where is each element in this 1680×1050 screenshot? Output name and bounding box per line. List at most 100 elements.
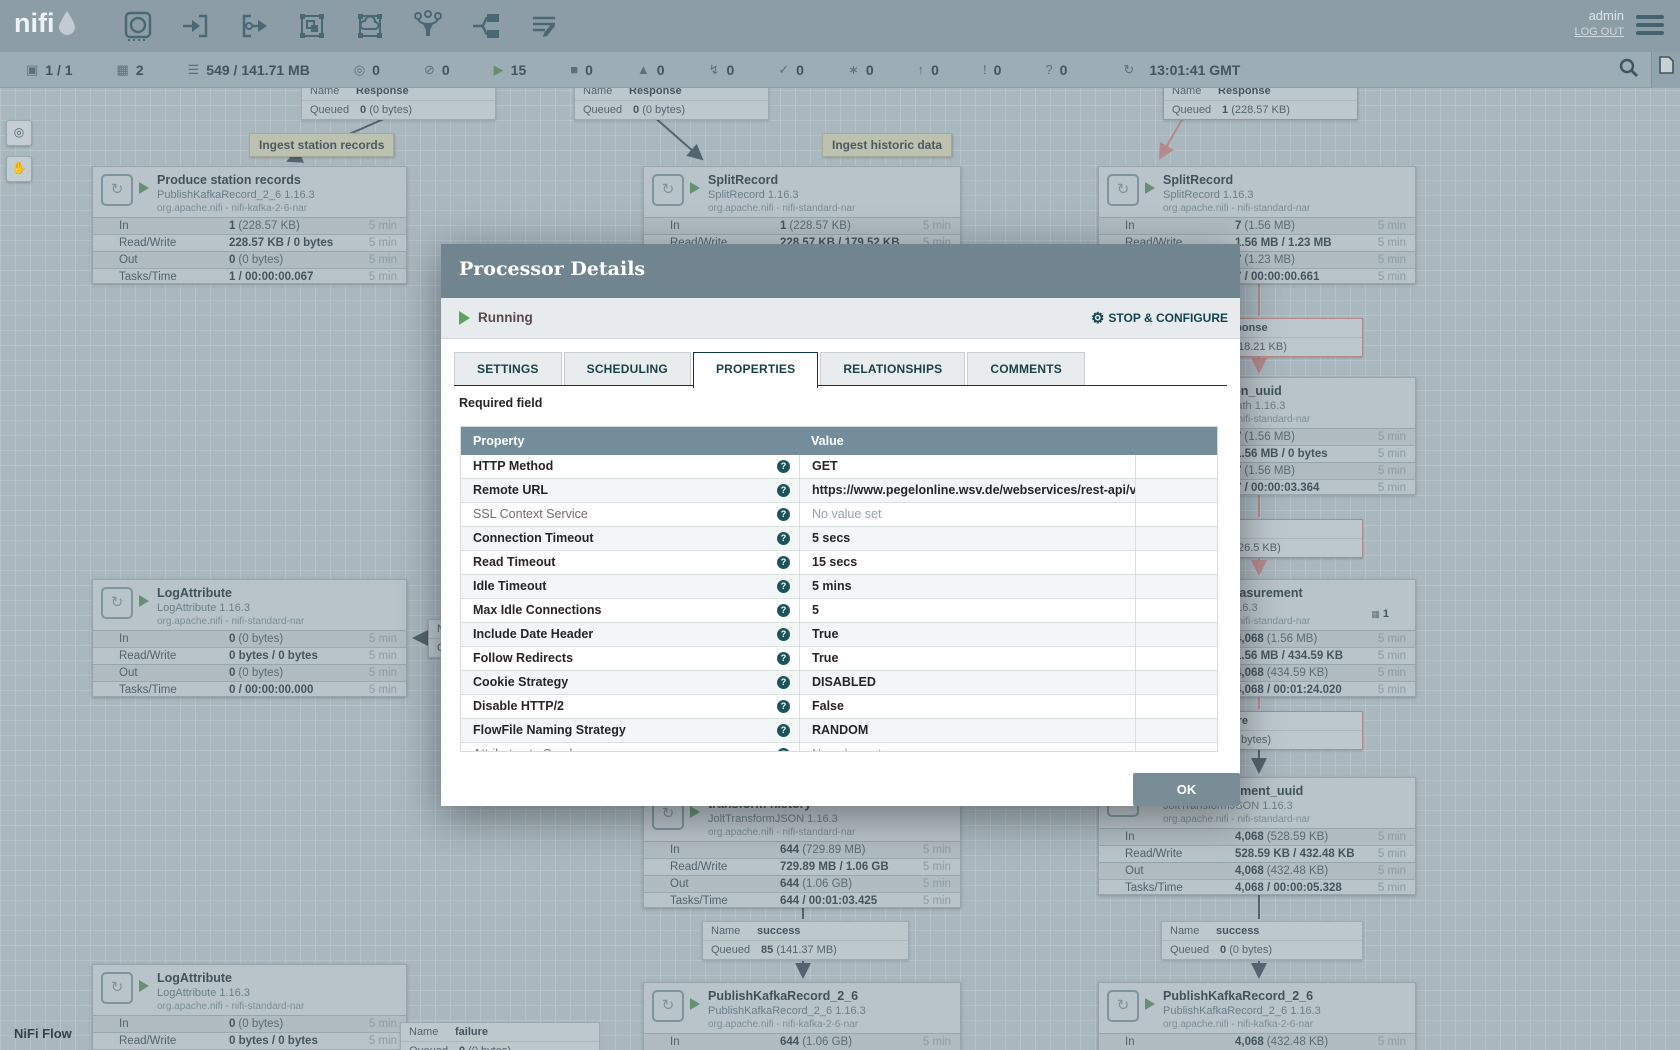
property-row[interactable]: Attributes to Send?No value set [461,743,1217,752]
tab-settings[interactable]: SETTINGS [454,352,562,385]
processor-name: SplitRecord [708,173,778,187]
processor-icon[interactable] [122,10,154,42]
property-row[interactable]: Disable HTTP/2?False [461,695,1217,719]
tab-comments[interactable]: COMMENTS [967,352,1085,385]
label-icon[interactable] [528,10,560,42]
property-row[interactable]: Idle Timeout?5 mins [461,575,1217,599]
connection-label[interactable]: Namefailure Queued0 (0 bytes) [400,1022,600,1050]
queued-icon: ☰ [188,62,200,78]
queued-size: (0 bytes) [1229,944,1272,956]
processor[interactable]: ↻ transform history JoltTransformJSON 1.… [643,790,961,908]
row-gutter [1135,695,1217,718]
property-value: DISABLED [799,671,1135,694]
processor-type: LogAttribute 1.16.3 [157,602,250,614]
status-item-running: ▶ 15 [494,62,527,78]
processor[interactable]: ↻ Produce station records PublishKafkaRe… [92,166,407,284]
ok-button[interactable]: OK [1133,773,1240,806]
processor-stat-row: Tasks/Time 644 / 00:01:03.425 5 min [644,892,960,908]
pan-hand-button[interactable]: ✋ [6,156,32,182]
canvas-label[interactable]: Ingest historic data [822,133,952,157]
tab-scheduling[interactable]: SCHEDULING [564,352,691,385]
status-bar: ▣ 1 / 1 ▦ 2 ☰ 549 / 141.71 MB ◎ 0 ⊘ 0 ▶ … [0,52,1680,88]
property-row[interactable]: SSL Context Service?No value set [461,503,1217,527]
processor-stat-row: In 0(0 bytes) 5 min [93,1015,406,1032]
cluster-icon: ▣ [26,62,38,78]
property-row[interactable]: Read Timeout?15 secs [461,551,1217,575]
processor-stat-row: In 4,068(528.59 KB) 5 min [1099,828,1415,845]
input-port-icon[interactable] [180,10,212,42]
processor-name: PublishKafkaRecord_2_6 [708,989,858,1003]
row-gutter [1135,599,1217,622]
processor-stat-row: Read/Write 0 bytes / 0 bytes 5 min [93,1032,406,1049]
processor-stat-row: In 644(1.06 GB) 5 min [644,1033,960,1050]
birdseye-button[interactable]: ◎ [6,120,32,146]
processor[interactable]: ↻ PublishKafkaRecord_2_6 PublishKafkaRec… [1098,982,1416,1050]
properties-table: Property Value HTTP Method?GETRemote URL… [460,426,1218,752]
property-value: 15 secs [799,551,1135,574]
transmitting-icon: ◎ [354,62,365,78]
status-item-value: 0 [866,62,874,78]
help-icon: ? [777,508,790,521]
property-row[interactable]: Connection Timeout?5 secs [461,527,1217,551]
running-icon [139,980,149,992]
stop-and-configure-button[interactable]: ⚙STOP & CONFIGURE [1091,309,1228,327]
dialog-header: Processor Details [441,244,1240,298]
processor-stat-row: In 4,068(432.48 KB) 5 min [1099,1033,1415,1050]
canvas-label[interactable]: Ingest station records [249,133,394,157]
processor[interactable]: ↻ LogAttribute LogAttribute 1.16.3 org.a… [92,964,407,1050]
processor-details-dialog: Processor Details Running ⚙STOP & CONFIG… [441,244,1240,806]
processor-type-icon: ↻ [101,587,133,619]
process-group-icon[interactable] [296,10,328,42]
status-item-unknown-version: ? 0 [1045,62,1067,78]
tab-properties[interactable]: PROPERTIES [693,352,818,388]
status-item-value: 1 / 1 [45,62,72,78]
search-icon [1618,57,1640,79]
property-name: FlowFile Naming Strategy? [461,719,799,742]
help-icon: ? [777,460,790,473]
refresh-control[interactable]: ↻ 13:01:41 GMT [1123,62,1240,78]
global-menu-icon[interactable] [1636,15,1664,39]
row-gutter [1135,671,1217,694]
dialog-tabs: SETTINGSSCHEDULINGPROPERTIESRELATIONSHIP… [454,352,1227,386]
funnel-icon[interactable] [412,10,444,42]
stale-icon: ↑ [918,62,925,77]
property-row[interactable]: Remote URL?https://www.pegelonline.wsv.d… [461,479,1217,503]
status-item-value: 15 [511,62,527,78]
row-gutter [1135,719,1217,742]
birdseye-icon: ◎ [14,125,24,139]
status-item-queued: ☰ 549 / 141.71 MB [188,62,310,78]
search-button[interactable] [1618,57,1640,84]
property-row[interactable]: Max Idle Connections?5 [461,599,1217,623]
queued-size: (0 bytes) [642,104,685,116]
running-icon [1145,182,1155,194]
processor-name: LogAttribute [157,971,232,985]
sync-failure-icon: ! [983,62,987,77]
help-icon: ? [777,700,790,713]
logout-link[interactable]: LOG OUT [1574,26,1624,38]
remote-process-group-icon[interactable] [354,10,386,42]
queued-count: 1 [1222,104,1228,116]
template-icon[interactable] [470,10,502,42]
status-item-value: 0 [994,62,1002,78]
property-row[interactable]: HTTP Method?GET [461,455,1217,479]
processor-name: PublishKafkaRecord_2_6 [1163,989,1313,1003]
property-row[interactable]: Include Date Header?True [461,623,1217,647]
status-item-value: 0 [931,62,939,78]
row-gutter [1135,479,1217,502]
tab-relationships[interactable]: RELATIONSHIPS [820,352,965,385]
status-item-value: 0 [726,62,734,78]
running-icon [690,182,700,194]
property-value: True [799,647,1135,670]
property-row[interactable]: Follow Redirects?True [461,647,1217,671]
property-row[interactable]: FlowFile Naming Strategy?RANDOM [461,719,1217,743]
property-row[interactable]: Cookie Strategy?DISABLED [461,671,1217,695]
processor[interactable]: ↻ LogAttribute LogAttribute 1.16.3 org.a… [92,579,407,697]
refresh-icon: ↻ [1123,62,1134,78]
connection-label[interactable]: Namesuccess Queued0 (0 bytes) [1161,921,1363,960]
connection-label[interactable]: Namesuccess Queued85 (141.37 MB) [702,921,909,960]
processor[interactable]: ↻ PublishKafkaRecord_2_6 PublishKafkaRec… [643,982,961,1050]
breadcrumb[interactable]: NiFi Flow [14,1026,72,1041]
output-port-icon[interactable] [238,10,270,42]
property-name: HTTP Method? [461,455,799,478]
sidebar-toggle-button[interactable] [1651,52,1680,88]
